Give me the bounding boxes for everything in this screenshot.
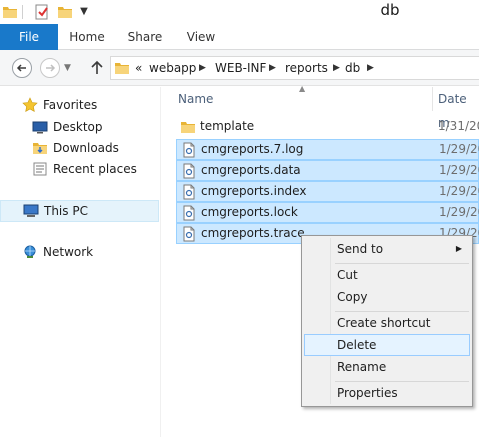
file-date: 1/29/20 (439, 205, 479, 219)
file-date: 1/29/20 (439, 163, 479, 177)
file-name: template (200, 119, 255, 133)
properties-icon[interactable] (34, 4, 50, 20)
file-icon (181, 142, 197, 158)
file-icon (181, 163, 197, 179)
menu-item-properties[interactable]: Properties (304, 382, 470, 404)
file-icon (181, 184, 197, 200)
folder-icon (114, 60, 130, 79)
navigation-pane: Favorites Desktop Downloads Recent place… (0, 87, 160, 437)
breadcrumb-db[interactable]: db (345, 57, 360, 79)
menu-item-rename[interactable]: Rename (304, 356, 470, 378)
forward-arrow-icon (46, 64, 56, 72)
breadcrumb-reports[interactable]: reports (285, 57, 328, 79)
title-bar: ▼ db (0, 0, 479, 24)
customize-toolbar-icon[interactable]: ▼ (78, 4, 90, 20)
chevron-right-icon[interactable]: ▶ (199, 57, 206, 79)
chevron-right-icon[interactable]: ▶ (269, 57, 276, 79)
menu-item-copy[interactable]: Copy (304, 286, 470, 308)
tab-home[interactable]: Home (62, 24, 112, 50)
file-name: cmgreports.trace (201, 226, 305, 240)
nav-this-pc-label: This PC (44, 204, 88, 218)
nav-desktop-label: Desktop (53, 120, 103, 134)
menu-item-label: Copy (337, 290, 368, 304)
column-header-name[interactable]: Name (178, 87, 213, 111)
nav-downloads[interactable]: Downloads (32, 138, 152, 158)
list-item[interactable]: cmgreports.index 1/29/20 (176, 181, 479, 202)
up-arrow-icon (91, 60, 103, 74)
forward-button[interactable] (40, 58, 60, 78)
nav-network[interactable]: Network (22, 242, 152, 262)
list-item[interactable]: cmgreports.data 1/29/20 (176, 160, 479, 181)
file-date: 1/29/20 (439, 184, 479, 198)
nav-this-pc[interactable]: This PC (0, 200, 159, 222)
back-button[interactable] (12, 58, 32, 78)
folder-icon (180, 119, 196, 135)
file-name: cmgreports.lock (201, 205, 298, 219)
network-icon (22, 244, 38, 260)
chevron-right-icon[interactable]: ▶ (333, 57, 340, 79)
tab-view[interactable]: View (178, 24, 224, 50)
column-resize-handle[interactable] (432, 87, 433, 111)
desktop-icon (32, 119, 48, 135)
menu-item-cut[interactable]: Cut (304, 264, 470, 286)
nav-downloads-label: Downloads (53, 141, 119, 155)
breadcrumb-web-inf[interactable]: WEB-INF (215, 57, 266, 79)
star-icon (22, 97, 38, 113)
computer-icon (23, 203, 39, 219)
list-item[interactable]: cmgreports.7.log 1/29/20 (176, 139, 479, 160)
address-bar[interactable]: « webapp ▶ WEB-INF ▶ reports ▶ db ▶ (110, 56, 479, 80)
nav-network-label: Network (43, 245, 94, 259)
tab-share[interactable]: Share (118, 24, 172, 50)
recent-places-icon (32, 161, 48, 177)
file-name: cmgreports.data (201, 163, 301, 177)
window-title: db (380, 1, 400, 19)
nav-favorites-label: Favorites (43, 98, 98, 112)
pane-divider[interactable] (160, 87, 161, 437)
tab-file[interactable]: File (0, 24, 58, 50)
nav-desktop[interactable]: Desktop (32, 117, 152, 137)
menu-item-delete[interactable]: Delete (304, 334, 470, 356)
column-header-date-modified[interactable]: Date m (438, 87, 479, 130)
navigation-bar: ▼ « webapp ▶ WEB-INF ▶ reports ▶ db ▶ (0, 50, 479, 86)
ribbon-tabs: File Home Share View (0, 24, 479, 50)
sort-ascending-icon: ▲ (299, 84, 306, 93)
breadcrumb-overflow[interactable]: « (135, 57, 142, 79)
menu-item-label: Delete (337, 338, 377, 352)
downloads-folder-icon (32, 140, 48, 156)
nav-favorites[interactable]: Favorites (22, 95, 152, 115)
up-button[interactable] (88, 58, 106, 78)
chevron-right-icon[interactable]: ▶ (367, 57, 374, 79)
file-date: 1/29/20 (439, 142, 479, 156)
menu-item-label: Properties (337, 386, 398, 400)
list-item[interactable]: template 1/31/20 (176, 117, 479, 138)
context-menu: Send to ▶ Cut Copy Create shortcut Delet… (301, 235, 473, 407)
menu-item-label: Cut (337, 268, 358, 282)
file-name: cmgreports.index (201, 184, 307, 198)
menu-item-label: Create shortcut (337, 316, 431, 330)
file-icon (181, 205, 197, 221)
menu-item-label: Rename (337, 360, 387, 374)
file-icon (181, 226, 197, 242)
file-name: cmgreports.7.log (201, 142, 304, 156)
recent-locations-icon[interactable]: ▼ (64, 60, 74, 76)
menu-item-label: Send to (337, 242, 384, 256)
submenu-arrow-icon: ▶ (455, 244, 462, 253)
nav-recent-places[interactable]: Recent places (32, 159, 152, 179)
list-item[interactable]: cmgreports.lock 1/29/20 (176, 202, 479, 223)
toolbar-divider (22, 5, 23, 19)
menu-item-send-to[interactable]: Send to ▶ (304, 238, 470, 260)
new-folder-icon[interactable] (57, 4, 73, 20)
menu-item-create-shortcut[interactable]: Create shortcut (304, 312, 470, 334)
file-date: 1/31/20 (438, 119, 479, 133)
nav-recent-places-label: Recent places (53, 162, 137, 176)
breadcrumb-webapp[interactable]: webapp (149, 57, 196, 79)
folder-icon[interactable] (2, 4, 18, 20)
back-arrow-icon (16, 64, 26, 72)
